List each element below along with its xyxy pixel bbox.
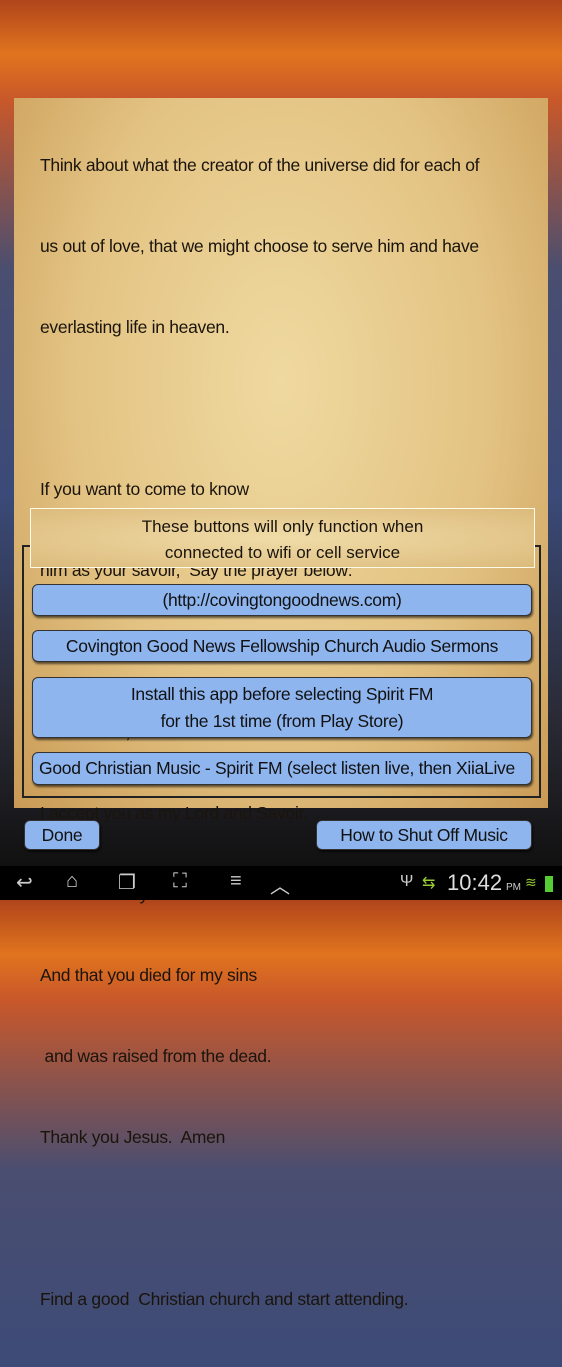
up-chevron-icon[interactable]: ︿ — [270, 870, 290, 899]
text-line: And that you died for my sins — [40, 965, 257, 985]
text-line: Thank you Jesus. Amen — [40, 1127, 226, 1147]
text-line: Think about what the creator of the univ… — [40, 155, 480, 175]
system-nav-bar: ↩ ⌂ ❐ ⛶ ≡ ︿ Ψ ⇆ 10:42 PM ≋ — [0, 866, 562, 900]
clock: 10:42 — [447, 870, 503, 895]
recent-apps-icon[interactable]: ❐ — [118, 870, 136, 895]
spirit-fm-button[interactable]: Good Christian Music - Spirit FM (select… — [32, 752, 532, 785]
wifi-icon: ≋ — [525, 874, 537, 890]
screenshot-icon[interactable]: ⛶ — [173, 870, 187, 893]
battery-icon — [545, 876, 553, 892]
text-line: Find a good Christian church and start a… — [40, 1289, 409, 1309]
connectivity-notice: These buttons will only function when co… — [30, 508, 535, 568]
install-line: Install this app before selecting Spirit… — [130, 684, 434, 704]
text-line — [40, 1205, 479, 1232]
audio-sermons-button[interactable]: Covington Good News Fellowship Church Au… — [32, 630, 532, 662]
text-line: and was raised from the dead. — [40, 1046, 272, 1066]
home-icon[interactable]: ⌂ — [66, 870, 78, 893]
text-line — [40, 395, 479, 422]
back-icon[interactable]: ↩ — [16, 870, 33, 895]
text-line: us out of love, that we might choose to … — [40, 236, 479, 256]
menu-icon[interactable]: ≡ — [230, 870, 242, 893]
done-button[interactable]: Done — [24, 820, 100, 850]
install-line: for the 1st time (from Play Store) — [160, 711, 404, 731]
install-app-button[interactable]: Install this app before selecting Spirit… — [32, 677, 532, 738]
text-line: If you want to come to know — [40, 479, 249, 499]
notice-line: These buttons will only function when — [141, 517, 424, 536]
shut-off-music-button[interactable]: How to Shut Off Music — [316, 820, 532, 850]
usb-icon: Ψ — [400, 873, 414, 890]
sync-icon: ⇆ — [422, 875, 436, 892]
text-line: everlasting life in heaven. — [40, 317, 230, 337]
website-button[interactable]: (http://covingtongoodnews.com) — [32, 584, 532, 616]
notice-line: connected to wifi or cell service — [164, 543, 401, 562]
clock-ampm: PM — [506, 882, 521, 893]
